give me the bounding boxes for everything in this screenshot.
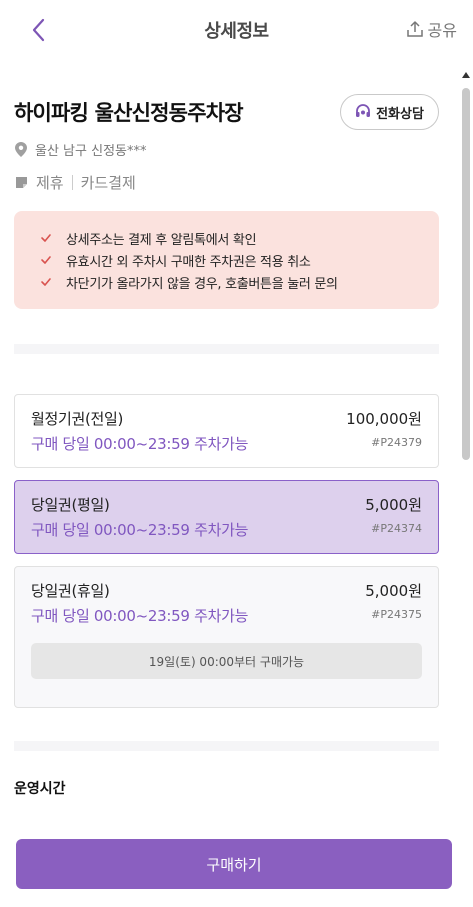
tag-card-payment: 카드결제 <box>80 174 136 192</box>
notice-text: 유효시간 외 주차시 구매한 주차권은 적용 취소 <box>66 254 311 270</box>
call-consult-label: 전화상담 <box>376 106 424 122</box>
share-label: 공유 <box>427 21 457 40</box>
share-icon <box>406 21 423 37</box>
check-icon <box>41 256 51 264</box>
scrollbar[interactable] <box>459 70 473 800</box>
scroll-up-arrow-icon[interactable] <box>462 72 470 78</box>
back-button[interactable] <box>26 16 52 44</box>
address-row: 울산 남구 신정동*** <box>15 140 147 159</box>
ticket-code: #P24379 <box>371 436 422 449</box>
address-text: 울산 남구 신정동*** <box>35 144 147 159</box>
parking-lot-name: 하이파킹 울산신정동주차장 <box>14 101 244 125</box>
ticket-code: #P24374 <box>371 522 422 535</box>
tags-row: 제휴 카드결제 <box>15 172 136 193</box>
notice-text: 상세주소는 결제 후 알림톡에서 확인 <box>66 232 257 248</box>
notice-item: 차단기가 올라가지 않을 경우, 호출버튼을 눌러 문의 <box>40 271 439 293</box>
ticket-code: #P24375 <box>371 608 422 621</box>
section-divider <box>14 344 439 354</box>
check-icon <box>41 234 51 242</box>
check-icon <box>41 278 51 286</box>
ticket-name: 당일권(휴일) <box>31 582 110 600</box>
operating-hours-title: 운영시간 <box>14 781 66 797</box>
call-consult-button[interactable]: 전화상담 <box>340 94 439 130</box>
buy-button[interactable]: 구매하기 <box>16 839 452 889</box>
ticket-name: 당일권(평일) <box>31 496 110 514</box>
notice-item: 유효시간 외 주차시 구매한 주차권은 적용 취소 <box>40 249 439 271</box>
tag-affiliate: 제휴 <box>36 174 64 192</box>
notice-text: 차단기가 올라가지 않을 경우, 호출버튼을 눌러 문의 <box>66 276 338 292</box>
ticket-card-weekday[interactable]: 당일권(평일) 5,000원 구매 당일 00:00~23:59 주차가능 #P… <box>14 480 439 554</box>
scrollbar-thumb[interactable] <box>462 88 470 460</box>
ticket-time: 구매 당일 00:00~23:59 주차가능 <box>31 521 249 539</box>
headset-icon <box>356 104 371 117</box>
ticket-price: 5,000원 <box>365 496 422 514</box>
notice-item: 상세주소는 결제 후 알림톡에서 확인 <box>40 227 439 249</box>
share-button[interactable]: 공유 <box>406 17 457 41</box>
section-divider <box>14 741 439 751</box>
ticket-card-holiday[interactable]: 당일권(휴일) 5,000원 구매 당일 00:00~23:59 주차가능 #P… <box>14 566 439 708</box>
ticket-price: 100,000원 <box>346 410 422 428</box>
ticket-card-monthly[interactable]: 월정기권(전일) 100,000원 구매 당일 00:00~23:59 주차가능… <box>14 394 439 468</box>
ticket-time: 구매 당일 00:00~23:59 주차가능 <box>31 607 249 625</box>
tag-divider <box>71 175 73 190</box>
page-title: 상세정보 <box>204 21 269 42</box>
ticket-price: 5,000원 <box>365 582 422 600</box>
detail-content[interactable]: 하이파킹 울산신정동주차장 전화상담 울산 남구 신정동*** 제휴 카드결제 <box>0 60 459 800</box>
top-bar: 상세정보 공유 <box>0 0 473 60</box>
chevron-left-icon <box>32 18 45 42</box>
ticket-name: 월정기권(전일) <box>31 410 124 428</box>
location-pin-icon <box>15 142 27 157</box>
ticket-time: 구매 당일 00:00~23:59 주차가능 <box>31 435 249 453</box>
tag-icon <box>16 177 27 188</box>
availability-notice: 19일(토) 00:00부터 구매가능 <box>31 643 422 679</box>
notice-box: 상세주소는 결제 후 알림톡에서 확인 유효시간 외 주차시 구매한 주차권은 … <box>14 211 439 309</box>
